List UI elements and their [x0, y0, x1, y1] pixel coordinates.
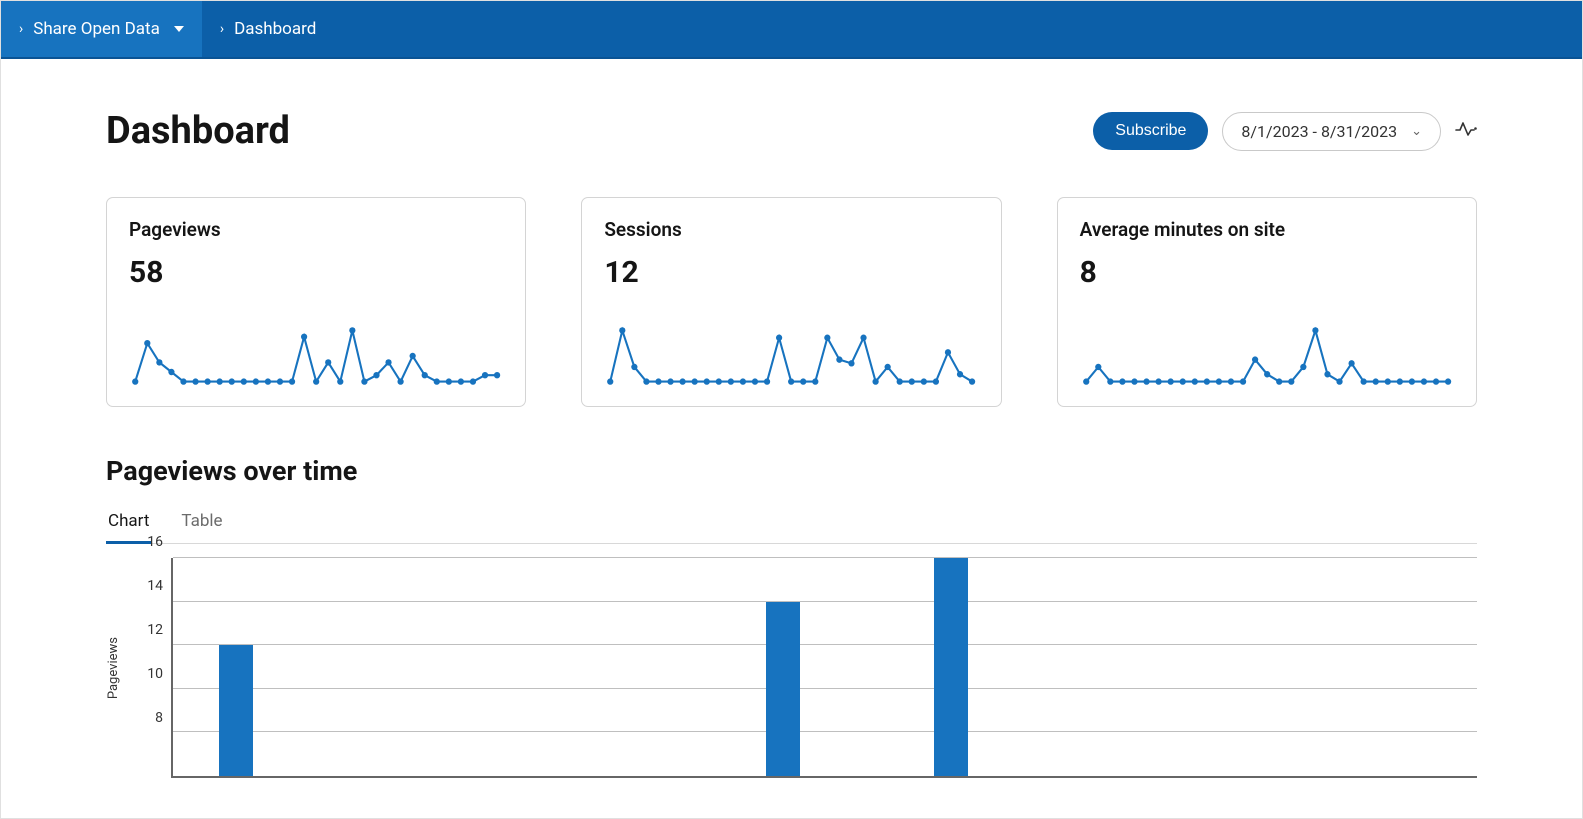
nav-share-label: Share Open Data	[33, 19, 160, 39]
bar-slot	[678, 558, 720, 776]
ytick: 14	[147, 578, 163, 594]
bar-slot	[383, 558, 425, 776]
ytick: 10	[147, 666, 163, 682]
stat-cards: Pageviews 58 Sessions 12 Average minutes…	[106, 197, 1477, 407]
sparkline-sessions	[604, 324, 978, 388]
bar-slot	[762, 558, 804, 776]
chart-ylabel-wrap: Pageviews	[106, 558, 121, 778]
ytick: 16	[147, 534, 163, 550]
bar-slot	[1351, 558, 1393, 776]
bar-slot	[636, 558, 678, 776]
bar-slot	[1183, 558, 1225, 776]
bar-slot	[720, 558, 762, 776]
bar-slot	[467, 558, 509, 776]
main-content: Dashboard Subscribe 8/1/2023 - 8/31/2023…	[1, 59, 1582, 778]
bar-slot	[1267, 558, 1309, 776]
card-sessions: Sessions 12	[581, 197, 1001, 407]
chevron-right-icon: ›	[220, 21, 224, 37]
card-title: Average minutes on site	[1080, 218, 1454, 241]
bar-slot	[846, 558, 888, 776]
bar-slot	[930, 558, 972, 776]
nav-share-open-data[interactable]: › Share Open Data	[1, 1, 202, 57]
card-pageviews: Pageviews 58	[106, 197, 526, 407]
sparkline-pageviews	[129, 324, 503, 388]
ytick: 8	[155, 710, 163, 726]
card-title: Pageviews	[129, 218, 503, 241]
bar-slot	[1435, 558, 1477, 776]
tab-table[interactable]: Table	[179, 505, 224, 543]
section-title: Pageviews over time	[106, 455, 1477, 487]
bar-slot	[804, 558, 846, 776]
chevron-down-icon: ⌄	[1411, 124, 1422, 139]
chart-table-tabs: Chart Table	[106, 505, 1477, 544]
bar-slot	[1056, 558, 1098, 776]
bar-slot	[341, 558, 383, 776]
chevron-right-icon: ›	[19, 21, 23, 37]
bar[interactable]	[934, 558, 968, 776]
pageviews-chart: Pageviews 810121416	[106, 558, 1477, 778]
bar-slot	[1225, 558, 1267, 776]
tab-chart[interactable]: Chart	[106, 505, 151, 544]
bar-slot	[1309, 558, 1351, 776]
bar-slot	[1014, 558, 1056, 776]
bar-slot	[1098, 558, 1140, 776]
bar[interactable]	[219, 645, 253, 776]
sparkline-avg-minutes	[1080, 324, 1454, 388]
card-value: 58	[129, 255, 503, 290]
bar-slot	[215, 558, 257, 776]
bar-slot	[888, 558, 930, 776]
bar-slot	[552, 558, 594, 776]
date-range-text: 8/1/2023 - 8/31/2023	[1241, 122, 1397, 141]
page-title: Dashboard	[106, 109, 290, 153]
chart-area: 810121416	[131, 558, 1477, 778]
bar-slot	[972, 558, 1014, 776]
header-row: Dashboard Subscribe 8/1/2023 - 8/31/2023…	[106, 109, 1477, 153]
chart-ylabel: Pageviews	[106, 637, 121, 699]
breadcrumb-label: Dashboard	[234, 19, 316, 39]
bar-slot	[299, 558, 341, 776]
chart-bars	[173, 558, 1477, 776]
breadcrumb-dashboard[interactable]: › Dashboard	[202, 1, 334, 57]
chart-yticks: 810121416	[131, 558, 167, 778]
card-value: 8	[1080, 255, 1454, 290]
card-avg-minutes: Average minutes on site 8	[1057, 197, 1477, 407]
subscribe-button[interactable]: Subscribe	[1093, 112, 1208, 150]
bar-slot	[257, 558, 299, 776]
bar[interactable]	[766, 602, 800, 776]
bar-slot	[1140, 558, 1182, 776]
card-title: Sessions	[604, 218, 978, 241]
activity-icon[interactable]	[1455, 121, 1477, 142]
top-navbar: › Share Open Data › Dashboard	[1, 1, 1582, 59]
header-actions: Subscribe 8/1/2023 - 8/31/2023 ⌄	[1093, 112, 1477, 151]
bar-slot	[425, 558, 467, 776]
bar-slot	[510, 558, 552, 776]
caret-down-icon	[174, 26, 184, 32]
ytick: 12	[147, 622, 163, 638]
bar-slot	[594, 558, 636, 776]
chart-plot	[171, 558, 1477, 778]
date-range-picker[interactable]: 8/1/2023 - 8/31/2023 ⌄	[1222, 112, 1441, 151]
card-value: 12	[604, 255, 978, 290]
bar-slot	[173, 558, 215, 776]
bar-slot	[1393, 558, 1435, 776]
